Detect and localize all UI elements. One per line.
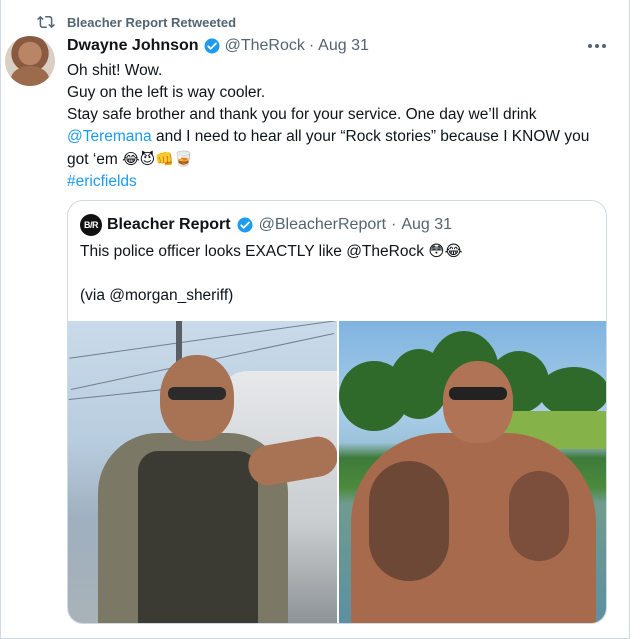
tweet-line-5-text: got ‘em (67, 151, 123, 168)
sunglasses (168, 387, 226, 400)
retweet-label[interactable]: Bleacher Report Retweeted (67, 15, 236, 30)
quote-author-name[interactable]: Bleacher Report (107, 216, 231, 234)
quoted-tweet[interactable]: B/R Bleacher Report @BleacherReport · Au… (67, 200, 607, 624)
the-rock-photo[interactable] (339, 321, 606, 623)
hashtag-link[interactable]: #ericfields (67, 171, 617, 193)
separator-dot: · (391, 216, 397, 233)
tweet-line-4: @Teremana and I need to hear all your “R… (67, 126, 617, 148)
quote-media (68, 321, 606, 623)
quote-header: B/R Bleacher Report @BleacherReport · Au… (80, 213, 452, 237)
quote-author-handle[interactable]: @BleacherReport (259, 216, 386, 234)
quote-line-2: (via @morgan_sheriff) (80, 287, 234, 304)
tactical-vest (138, 451, 258, 623)
tweet-line-5: got ‘em 😂😈👊🥃 (67, 148, 617, 171)
verified-badge-icon (203, 37, 221, 55)
emoji-group: 😂😈👊🥃 (122, 150, 193, 168)
retweet-header: Bleacher Report Retweeted (37, 12, 236, 32)
separator-dot: · (308, 37, 315, 54)
author-avatar[interactable] (5, 36, 55, 86)
tweet-line-3: Stay safe brother and thank you for your… (67, 106, 537, 123)
author-handle[interactable]: @TheRock (225, 37, 305, 55)
tweet-line-2: Guy on the left is way cooler. (67, 84, 266, 101)
quote-line-1: This police officer looks EXACTLY like @… (80, 243, 463, 260)
tweet-line-1: Oh shit! Wow. (67, 62, 163, 79)
arm-tattoo (369, 461, 449, 581)
tweet-container[interactable]: Bleacher Report Retweeted Dwayne Johnson… (0, 0, 630, 639)
retweet-icon (37, 13, 55, 31)
quote-text: This police officer looks EXACTLY like @… (80, 241, 596, 307)
sunglasses (449, 387, 507, 400)
quote-spacer (80, 263, 596, 285)
tweet-date[interactable]: Aug 31 (318, 37, 369, 55)
police-officer-photo[interactable] (68, 321, 337, 623)
tweet-text: Oh shit! Wow. Guy on the left is way coo… (67, 60, 617, 193)
tweet-line-4-text: and I need to hear all your “Rock storie… (151, 128, 590, 145)
author-name[interactable]: Dwayne Johnson (67, 37, 199, 55)
avatar-figure (11, 66, 49, 86)
mention-link[interactable]: @Teremana (67, 128, 152, 145)
tweet-header: Dwayne Johnson @TheRock · Aug 31 (67, 34, 369, 58)
bleacher-report-avatar[interactable]: B/R (80, 214, 102, 236)
more-options-icon[interactable] (585, 36, 609, 56)
quote-date[interactable]: Aug 31 (401, 216, 452, 234)
verified-badge-icon (236, 216, 254, 234)
